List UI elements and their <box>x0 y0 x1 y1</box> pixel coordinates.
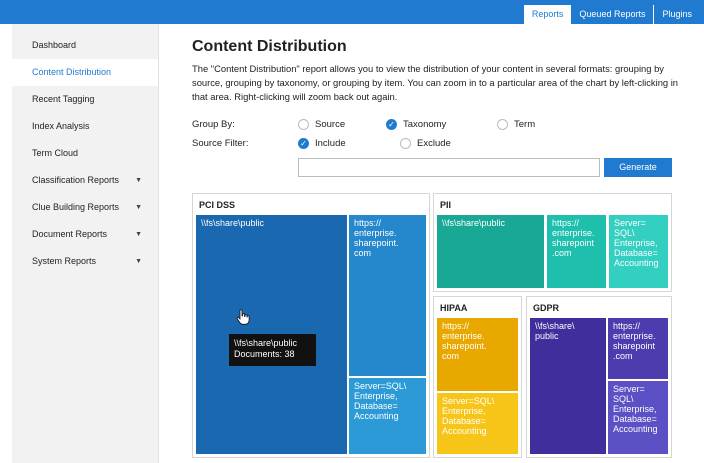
sidebar-item-label: Document Reports <box>32 229 108 239</box>
sidebar-item-label: Dashboard <box>32 40 77 50</box>
source-filter-input[interactable] <box>298 158 600 177</box>
source-filter-exclude-radio[interactable]: Exclude <box>400 137 451 149</box>
hand-pointer-icon <box>236 309 250 325</box>
treemap-tile[interactable]: Server= SQL\ Enterprise, Database= Accou… <box>609 215 668 288</box>
sidebar-item-label: Term Cloud <box>32 148 79 158</box>
tile-label: Server= SQL\ Enterprise, Database= Accou… <box>613 384 658 434</box>
panel-title: PCI DSS <box>199 200 236 210</box>
radio-label: Exclude <box>417 137 451 149</box>
tile-label: https:// enterprise. sharepoint .com <box>613 321 656 361</box>
radio-unchecked-icon <box>400 137 411 149</box>
tile-label: https:// enterprise. sharepoint .com <box>552 218 595 258</box>
sidebar-item-clue-building-reports[interactable]: Clue Building Reports ▼ <box>12 194 158 221</box>
treemap-tile[interactable]: https:// enterprise. sharepoint. com <box>349 215 426 376</box>
sidebar-item-dashboard[interactable]: Dashboard <box>12 32 158 59</box>
tooltip-name: \\fs\share\public <box>234 338 298 348</box>
tile-label: https:// enterprise. sharepoint. com <box>354 218 399 258</box>
tab-plugins[interactable]: Plugins <box>653 5 700 24</box>
sidebar-item-label: Index Analysis <box>32 121 90 131</box>
treemap-tile[interactable]: \\fs\share\public <box>437 215 544 288</box>
tile-label: \\fs\share\ public <box>535 321 575 341</box>
chevron-down-icon: ▼ <box>135 258 142 265</box>
group-by-row: Group By: Source ✓ Taxonomy Term <box>192 116 535 132</box>
sidebar-item-document-reports[interactable]: Document Reports ▼ <box>12 221 158 248</box>
generate-button[interactable]: Generate <box>604 158 672 177</box>
radio-label: Term <box>514 118 536 130</box>
treemap-tooltip: \\fs\share\public Documents: 38 <box>229 334 316 366</box>
chevron-down-icon: ▼ <box>135 231 142 238</box>
source-filter-label: Source Filter: <box>192 137 249 149</box>
chevron-down-icon: ▼ <box>135 204 142 211</box>
sidebar-item-label: System Reports <box>32 256 97 266</box>
page-description: The "Content Distribution" report allows… <box>192 63 679 102</box>
tile-label: Server=SQL\ Enterprise, Database= Accoun… <box>354 381 407 421</box>
treemap-tile[interactable]: \\fs\share\ public <box>530 318 606 454</box>
radio-label: Taxonomy <box>403 118 447 130</box>
tooltip-count: Documents: 38 <box>234 349 295 359</box>
top-navigation-bar: Reports Queued Reports Plugins <box>0 0 704 24</box>
group-by-source-radio[interactable]: Source <box>298 118 386 130</box>
sidebar-item-label: Clue Building Reports <box>32 202 120 212</box>
radio-unchecked-icon <box>497 118 508 130</box>
main-content: Content Distribution The "Content Distri… <box>192 24 692 177</box>
sidebar-item-term-cloud[interactable]: Term Cloud <box>12 140 158 167</box>
radio-unchecked-icon <box>298 118 309 130</box>
sidebar-item-label: Content Distribution <box>32 67 112 77</box>
treemap-tile[interactable]: https:// enterprise. sharepoint .com <box>608 318 668 379</box>
radio-label: Source <box>315 118 346 130</box>
sidebar: Dashboard Content Distribution Recent Ta… <box>12 24 159 463</box>
sidebar-item-content-distribution[interactable]: Content Distribution <box>12 59 158 86</box>
tile-label: Server=SQL\ Enterprise, Database= Accoun… <box>442 396 495 436</box>
tile-label: \\fs\share\public <box>442 218 506 228</box>
treemap-tile[interactable]: Server=SQL\ Enterprise, Database= Accoun… <box>437 393 518 454</box>
radio-checked-icon: ✓ <box>298 137 309 149</box>
tile-label: \\fs\share\public <box>201 218 265 228</box>
sidebar-item-label: Recent Tagging <box>32 94 95 104</box>
treemap-tile[interactable]: https:// enterprise. sharepoint .com <box>547 215 606 288</box>
treemap-tile[interactable]: https:// enterprise. sharepoint. com <box>437 318 518 391</box>
tile-label: https:// enterprise. sharepoint. com <box>442 321 487 361</box>
group-by-label: Group By: <box>192 118 235 130</box>
panel-title: HIPAA <box>440 303 468 313</box>
treemap-tile[interactable]: Server=SQL\ Enterprise, Database= Accoun… <box>349 378 426 454</box>
panel-title: GDPR <box>533 303 560 313</box>
group-by-term-radio[interactable]: Term <box>497 118 536 130</box>
treemap-tile[interactable]: Server= SQL\ Enterprise, Database= Accou… <box>608 381 668 454</box>
group-by-taxonomy-radio[interactable]: ✓ Taxonomy <box>386 118 497 130</box>
sidebar-item-index-analysis[interactable]: Index Analysis <box>12 113 158 140</box>
radio-checked-icon: ✓ <box>386 118 397 130</box>
chevron-down-icon: ▼ <box>135 177 142 184</box>
sidebar-item-system-reports[interactable]: System Reports ▼ <box>12 248 158 275</box>
radio-label: Include <box>315 137 346 149</box>
tab-reports[interactable]: Reports <box>523 5 572 24</box>
panel-title: PII <box>440 200 452 210</box>
source-filter-include-radio[interactable]: ✓ Include <box>298 137 400 149</box>
tile-label: Server= SQL\ Enterprise, Database= Accou… <box>614 218 659 268</box>
source-filter-row: Source Filter: ✓ Include Exclude <box>192 135 451 151</box>
top-tabs: Reports Queued Reports Plugins <box>523 5 700 24</box>
sidebar-item-recent-tagging[interactable]: Recent Tagging <box>12 86 158 113</box>
page-title: Content Distribution <box>192 38 347 55</box>
tab-queued-reports[interactable]: Queued Reports <box>571 5 654 24</box>
sidebar-item-label: Classification Reports <box>32 175 120 185</box>
sidebar-item-classification-reports[interactable]: Classification Reports ▼ <box>12 167 158 194</box>
